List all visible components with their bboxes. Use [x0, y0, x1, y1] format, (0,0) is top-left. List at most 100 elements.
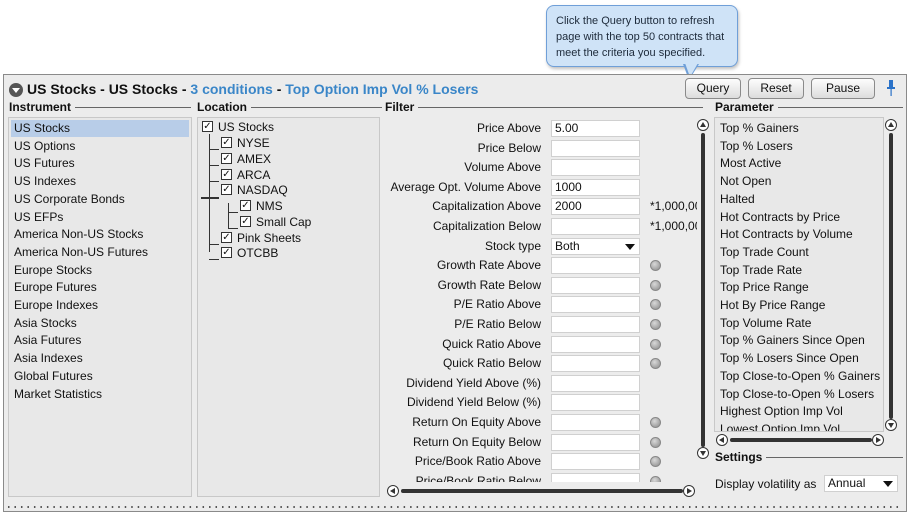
volatility-select[interactable]: Annual	[824, 475, 898, 492]
parameter-item[interactable]: Top Close-to-Open % Losers	[717, 386, 874, 403]
instrument-item[interactable]: US EFPs	[11, 209, 63, 226]
conditions-link[interactable]: 3 conditions	[190, 81, 272, 97]
parameter-scroll-thumb[interactable]	[889, 133, 893, 419]
location-header: Location	[197, 100, 382, 114]
instrument-item[interactable]: US Corporate Bonds	[11, 191, 125, 208]
filter-label: P/E Ratio Above	[453, 297, 541, 312]
parameter-item[interactable]: Lowest Option Imp Vol	[717, 421, 840, 431]
help-icon[interactable]	[650, 319, 661, 330]
instrument-item[interactable]: US Options	[11, 138, 75, 155]
filter-input[interactable]: 2000	[551, 198, 640, 216]
parameter-hscroll-thumb[interactable]	[730, 438, 872, 442]
filter-scroll-thumb[interactable]	[701, 133, 705, 447]
help-icon[interactable]	[650, 279, 661, 291]
parameter-vscroll[interactable]	[885, 119, 897, 431]
filter-input[interactable]	[551, 374, 640, 392]
instrument-item[interactable]: Asia Indexes	[11, 350, 83, 367]
pause-button[interactable]: Pause	[811, 78, 875, 99]
filter-input[interactable]	[551, 433, 640, 451]
query-button[interactable]: Query	[685, 78, 741, 99]
stock-type-select[interactable]: Both	[551, 237, 640, 255]
instrument-item[interactable]: Market Statistics	[11, 386, 102, 403]
filter-input[interactable]	[551, 355, 640, 373]
parameter-item[interactable]: Hot By Price Range	[717, 297, 825, 314]
checkbox-amex[interactable]: ✓	[221, 153, 232, 164]
instrument-item[interactable]: Europe Stocks	[11, 262, 92, 279]
instrument-item[interactable]: Europe Futures	[11, 279, 97, 296]
reset-button[interactable]: Reset	[748, 78, 804, 99]
help-icon[interactable]	[650, 358, 661, 370]
parameter-item[interactable]: Top Price Range	[717, 279, 809, 296]
parameter-item[interactable]: Top % Gainers Since Open	[717, 332, 865, 349]
filter-input[interactable]	[551, 276, 640, 294]
filter-scroll-up-icon[interactable]	[697, 119, 709, 131]
parameter-item[interactable]: Top Volume Rate	[717, 315, 811, 332]
parameter-item[interactable]: Hot Contracts by Volume	[717, 226, 853, 243]
filter-input[interactable]	[551, 472, 640, 482]
parameter-scroll-up-icon[interactable]	[885, 119, 897, 131]
checkbox-otcbb[interactable]: ✓	[221, 247, 232, 258]
pin-icon[interactable]	[886, 80, 896, 96]
filter-scroll-left-icon[interactable]	[387, 485, 399, 497]
instrument-item[interactable]: US Indexes	[11, 173, 76, 190]
parameter-item[interactable]: Highest Option Imp Vol	[717, 403, 843, 420]
filter-scroll-down-icon[interactable]	[697, 447, 709, 459]
filter-input[interactable]: 1000	[551, 178, 640, 196]
filter-input[interactable]	[551, 335, 640, 353]
instrument-item[interactable]: America Non-US Stocks	[11, 226, 143, 243]
scan-name-link[interactable]: Top Option Imp Vol % Losers	[285, 81, 478, 97]
instrument-item[interactable]: Europe Indexes	[11, 297, 98, 314]
filter-input[interactable]	[551, 453, 640, 471]
parameter-item[interactable]: Top Close-to-Open % Gainers	[717, 368, 880, 385]
filter-hscroll-thumb[interactable]	[401, 489, 683, 493]
instrument-item[interactable]: Asia Futures	[11, 332, 81, 349]
filter-vscroll[interactable]	[697, 119, 709, 459]
parameter-item[interactable]: Not Open	[717, 173, 771, 190]
help-icon[interactable]	[650, 299, 661, 311]
checkbox-nyse[interactable]: ✓	[221, 137, 232, 148]
help-icon[interactable]	[650, 260, 661, 272]
filter-label: Quick Ratio Above	[442, 336, 541, 351]
filter-input[interactable]	[551, 218, 640, 235]
filter-input[interactable]	[551, 159, 640, 177]
checkbox-nasdaq[interactable]: ✓	[221, 184, 232, 195]
checkbox-pink-sheets[interactable]: ✓	[221, 232, 232, 243]
filter-input[interactable]	[551, 139, 640, 157]
filter-input[interactable]: 5.00	[551, 120, 640, 137]
help-icon[interactable]	[650, 338, 661, 350]
help-icon[interactable]	[650, 417, 661, 428]
parameter-scroll-left-icon[interactable]	[716, 434, 728, 446]
parameter-item[interactable]: Halted	[717, 191, 755, 208]
parameter-item[interactable]: Most Active	[717, 155, 781, 172]
instrument-item[interactable]: America Non-US Futures	[11, 244, 148, 261]
parameter-item[interactable]: Top % Gainers	[717, 120, 799, 137]
instrument-item[interactable]: Asia Stocks	[11, 315, 77, 332]
filter-input[interactable]	[551, 394, 640, 412]
parameter-scroll-right-icon[interactable]	[872, 434, 884, 446]
checkbox-arca[interactable]: ✓	[221, 169, 232, 180]
checkbox-us-stocks[interactable]: ✓	[202, 121, 213, 132]
parameter-scroll-down-icon[interactable]	[885, 419, 897, 431]
filter-scroll-right-icon[interactable]	[683, 485, 695, 497]
help-icon[interactable]	[650, 436, 661, 448]
parameter-item[interactable]: Top Trade Count	[717, 244, 809, 261]
filter-label: Dividend Yield Above (%)	[406, 375, 541, 390]
collapse-icon[interactable]	[9, 83, 23, 97]
checkbox-nms[interactable]: ✓	[240, 200, 251, 211]
parameter-item[interactable]: Top Trade Rate	[717, 262, 802, 279]
filter-input[interactable]	[551, 257, 640, 275]
filter-input[interactable]	[551, 316, 640, 333]
instrument-item[interactable]: US Stocks	[11, 120, 189, 137]
resize-handle[interactable]	[4, 503, 906, 511]
filter-input[interactable]	[551, 414, 640, 431]
filter-input[interactable]	[551, 296, 640, 314]
parameter-item[interactable]: Top % Losers	[717, 138, 793, 155]
help-icon[interactable]	[650, 456, 661, 468]
parameter-item[interactable]: Top % Losers Since Open	[717, 350, 859, 367]
help-icon[interactable]	[650, 475, 661, 482]
parameter-item[interactable]: Hot Contracts by Price	[717, 209, 840, 226]
instrument-item[interactable]: Global Futures	[11, 368, 93, 385]
instrument-item[interactable]: US Futures	[11, 155, 75, 172]
checkbox-small-cap[interactable]: ✓	[240, 216, 251, 227]
location-nyse: NYSE	[237, 136, 270, 150]
